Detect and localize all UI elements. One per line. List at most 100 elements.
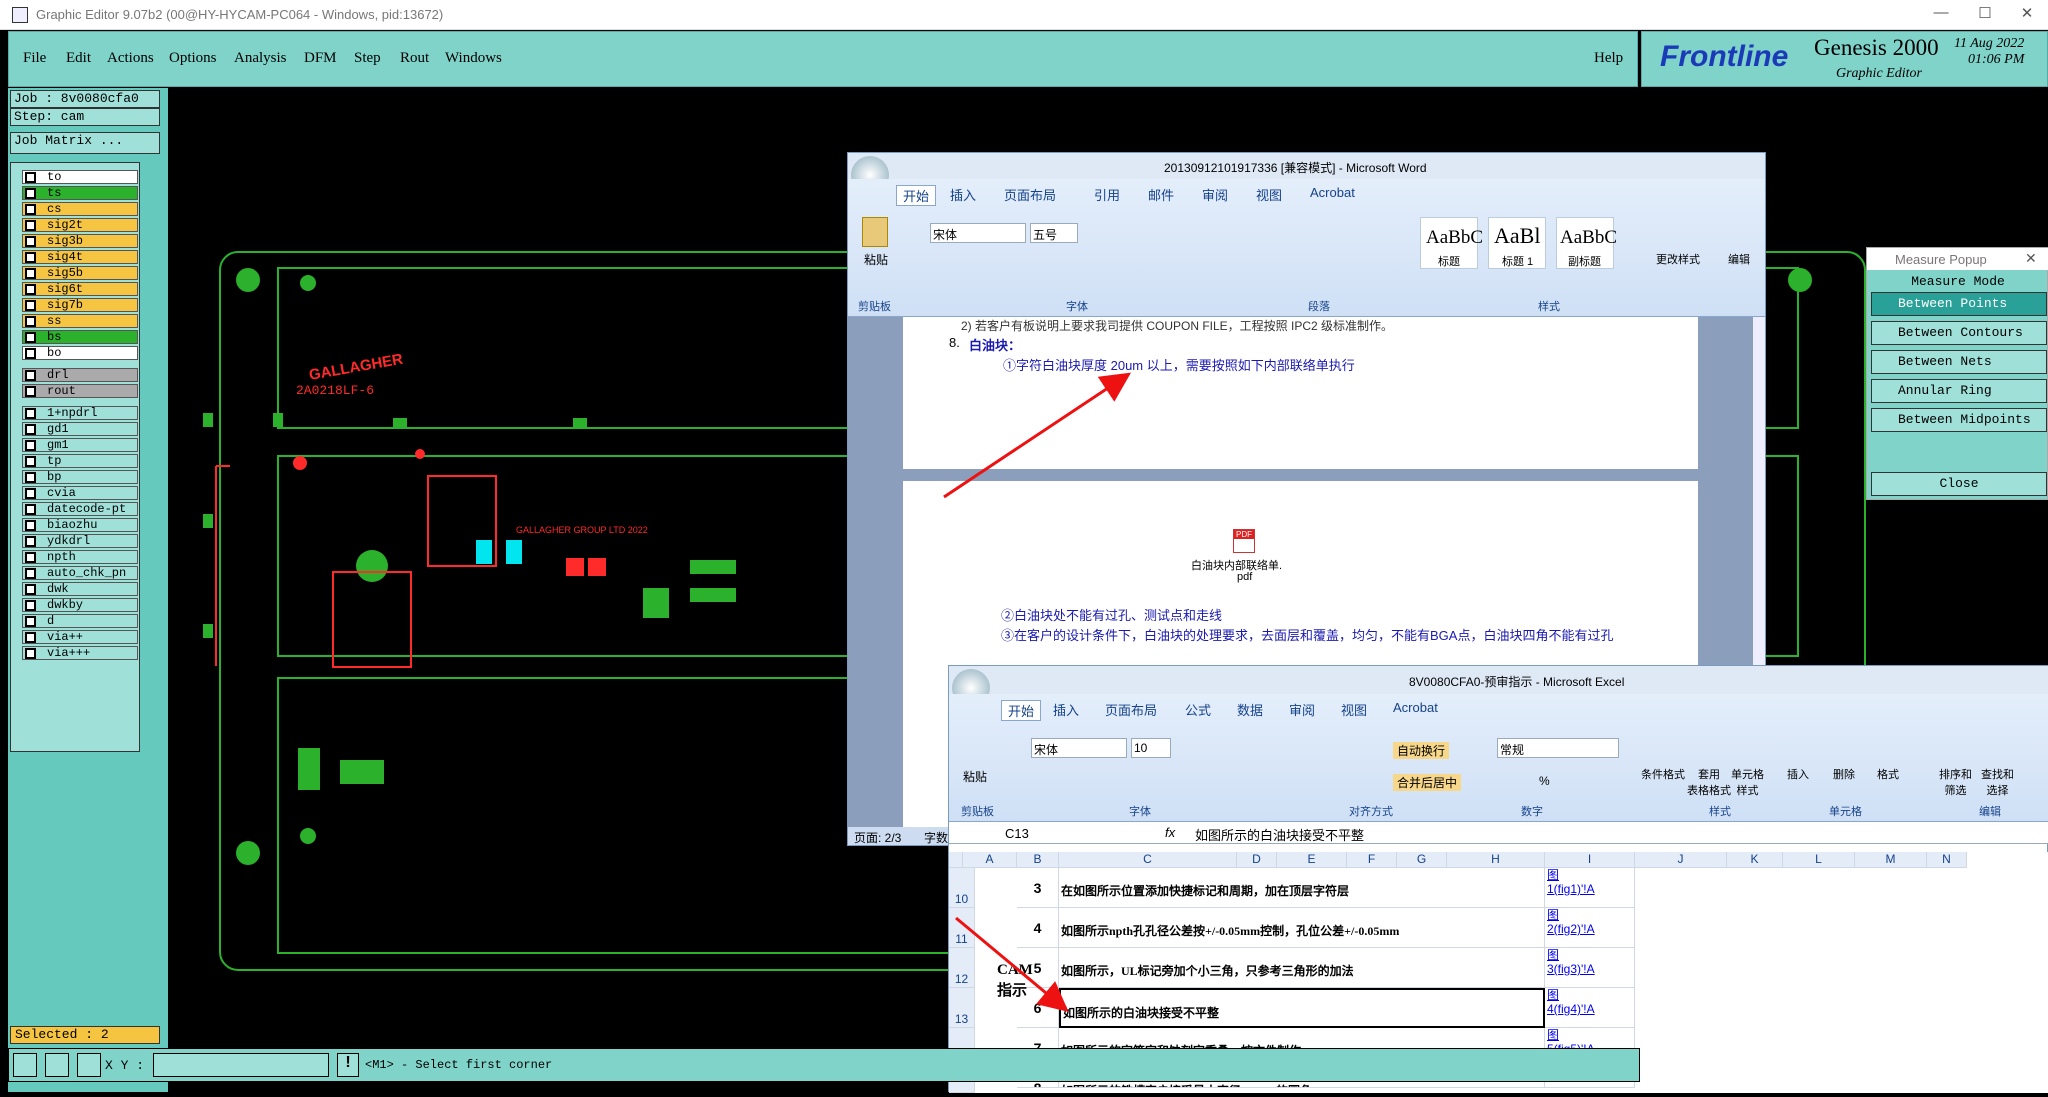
layer-sig4t[interactable]: sig4t — [22, 250, 138, 264]
measure-close-button[interactable]: Close — [1871, 472, 2047, 496]
name-box[interactable]: C13 — [1005, 826, 1029, 841]
cell-link[interactable]: 图 3(fig3)'!A — [1545, 948, 1635, 988]
font-size-box[interactable]: 五号 — [1030, 223, 1078, 243]
layer-checkbox[interactable] — [25, 252, 36, 263]
layer-checkbox[interactable] — [25, 370, 36, 381]
layer-ts[interactable]: ts — [22, 186, 138, 200]
layer-d[interactable]: d — [22, 614, 138, 628]
cell-number[interactable]: 3 — [1017, 868, 1059, 908]
font-name-box[interactable]: 宋体 — [1031, 738, 1127, 758]
maximize-button[interactable]: ☐ — [1974, 4, 1996, 24]
ribbon-button[interactable]: 格式 — [1877, 766, 1899, 782]
layer-checkbox[interactable] — [25, 332, 36, 343]
row-header[interactable]: 13 — [949, 988, 975, 1028]
minimize-button[interactable]: — — [1930, 4, 1952, 24]
row-header[interactable]: 10 — [949, 868, 975, 908]
layer-checkbox[interactable] — [25, 472, 36, 483]
ribbon-button[interactable]: 套用 表格格式 — [1687, 766, 1731, 798]
layer-gm1[interactable]: gm1 — [22, 438, 138, 452]
word-tab[interactable]: 视图 — [1256, 185, 1282, 204]
layer-checkbox[interactable] — [25, 616, 36, 627]
layer-checkbox[interactable] — [25, 520, 36, 531]
layer-tp[interactable]: tp — [22, 454, 138, 468]
layer-sig6t[interactable]: sig6t — [22, 282, 138, 296]
column-header[interactable]: K — [1727, 852, 1783, 868]
paste-button[interactable]: 粘贴 — [963, 768, 987, 785]
close-button[interactable]: ✕ — [2016, 4, 2038, 24]
cell-instruction[interactable]: 如图所示，UL标记旁加个小三角，只参考三角形的加法 — [1059, 948, 1545, 988]
column-header[interactable]: A — [963, 852, 1017, 868]
layer-checkbox[interactable] — [25, 236, 36, 247]
number-format-box[interactable]: 常规 — [1497, 738, 1619, 758]
layer-datecode-pt[interactable]: datecode-pt — [22, 502, 138, 516]
layer-checkbox[interactable] — [25, 268, 36, 279]
paste-button[interactable]: 粘贴 — [864, 251, 888, 268]
layer-checkbox[interactable] — [25, 488, 36, 499]
column-header[interactable]: E — [1277, 852, 1347, 868]
word-tab[interactable]: 页面布局 — [1004, 185, 1056, 204]
change-styles-button[interactable]: 更改样式 — [1656, 251, 1700, 267]
layer-bp[interactable]: bp — [22, 470, 138, 484]
menu-file[interactable]: File — [23, 50, 46, 67]
excel-tab[interactable]: 页面布局 — [1105, 700, 1157, 719]
layer-checkbox[interactable] — [25, 600, 36, 611]
layer-dwkby[interactable]: dwkby — [22, 598, 138, 612]
layer-cvia[interactable]: cvia — [22, 486, 138, 500]
layer-to[interactable]: to — [22, 170, 138, 184]
column-header[interactable]: J — [1635, 852, 1727, 868]
column-header[interactable]: L — [1783, 852, 1855, 868]
excel-tab[interactable]: 视图 — [1341, 700, 1367, 719]
ribbon-button[interactable]: 查找和 选择 — [1981, 766, 2014, 798]
menu-windows[interactable]: Windows — [445, 50, 502, 67]
job-matrix-button[interactable]: Job Matrix ... — [10, 132, 160, 154]
layer-via++[interactable]: via++ — [22, 630, 138, 644]
layer-bo[interactable]: bo — [22, 346, 138, 360]
layer-npth[interactable]: npth — [22, 550, 138, 564]
layer-sig3b[interactable]: sig3b — [22, 234, 138, 248]
ribbon-button[interactable]: 单元格 样式 — [1731, 766, 1764, 798]
font-name-box[interactable]: 宋体 — [930, 223, 1026, 243]
word-tab[interactable]: 开始 — [896, 185, 937, 206]
column-header[interactable]: N — [1927, 852, 1967, 868]
column-header[interactable]: D — [1237, 852, 1277, 868]
ribbon-button[interactable]: 删除 — [1833, 766, 1855, 782]
merge-center-button[interactable]: 合并后居中 — [1393, 774, 1462, 791]
layer-dwk[interactable]: dwk — [22, 582, 138, 596]
mode-between-contours[interactable]: Between Contours — [1871, 321, 2047, 345]
cell-link[interactable]: 图 4(fig4)'!A — [1545, 988, 1635, 1028]
cell-link[interactable]: 图 2(fig2)'!A — [1545, 908, 1635, 948]
layer-drl[interactable]: drl — [22, 368, 138, 382]
menu-help[interactable]: Help — [1594, 50, 1623, 67]
layer-1+npdrl[interactable]: 1+npdrl — [22, 406, 138, 420]
fx-icon[interactable]: fx — [1165, 825, 1175, 840]
layer-checkbox[interactable] — [25, 300, 36, 311]
tool-button[interactable] — [13, 1053, 37, 1077]
layer-checkbox[interactable] — [25, 552, 36, 563]
layer-via+++[interactable]: via+++ — [22, 646, 138, 660]
word-tab[interactable]: 审阅 — [1202, 185, 1228, 204]
layer-checkbox[interactable] — [25, 568, 36, 579]
word-tab[interactable]: 邮件 — [1148, 185, 1174, 204]
layer-checkbox[interactable] — [25, 220, 36, 231]
menu-dfm[interactable]: DFM — [304, 50, 337, 67]
cell-instruction[interactable]: 在如图所示位置添加快捷标记和周期，加在顶层字符层 — [1059, 868, 1545, 908]
column-header[interactable]: G — [1397, 852, 1447, 868]
cell-instruction[interactable]: 如图所示npth孔孔径公差按+/-0.05mm控制，孔位公差+/-0.05mm — [1059, 908, 1545, 948]
layer-sig5b[interactable]: sig5b — [22, 266, 138, 280]
layer-checkbox[interactable] — [25, 204, 36, 215]
layer-checkbox[interactable] — [25, 648, 36, 659]
alert-button[interactable]: ! — [337, 1053, 359, 1077]
layer-checkbox[interactable] — [25, 504, 36, 515]
wrap-text-button[interactable]: 自动换行 — [1393, 742, 1450, 759]
mode-annular-ring[interactable]: Annular Ring — [1871, 379, 2047, 403]
tool-button[interactable] — [45, 1053, 69, 1077]
layer-bs[interactable]: bs — [22, 330, 138, 344]
excel-tab[interactable]: 公式 — [1185, 700, 1211, 719]
excel-tab[interactable]: 数据 — [1237, 700, 1263, 719]
word-tab[interactable]: 插入 — [950, 185, 976, 204]
menu-analysis[interactable]: Analysis — [234, 50, 287, 67]
mode-between-points[interactable]: Between Points — [1871, 292, 2047, 316]
menu-edit[interactable]: Edit — [66, 50, 91, 67]
layer-checkbox[interactable] — [25, 440, 36, 451]
layer-checkbox[interactable] — [25, 188, 36, 199]
